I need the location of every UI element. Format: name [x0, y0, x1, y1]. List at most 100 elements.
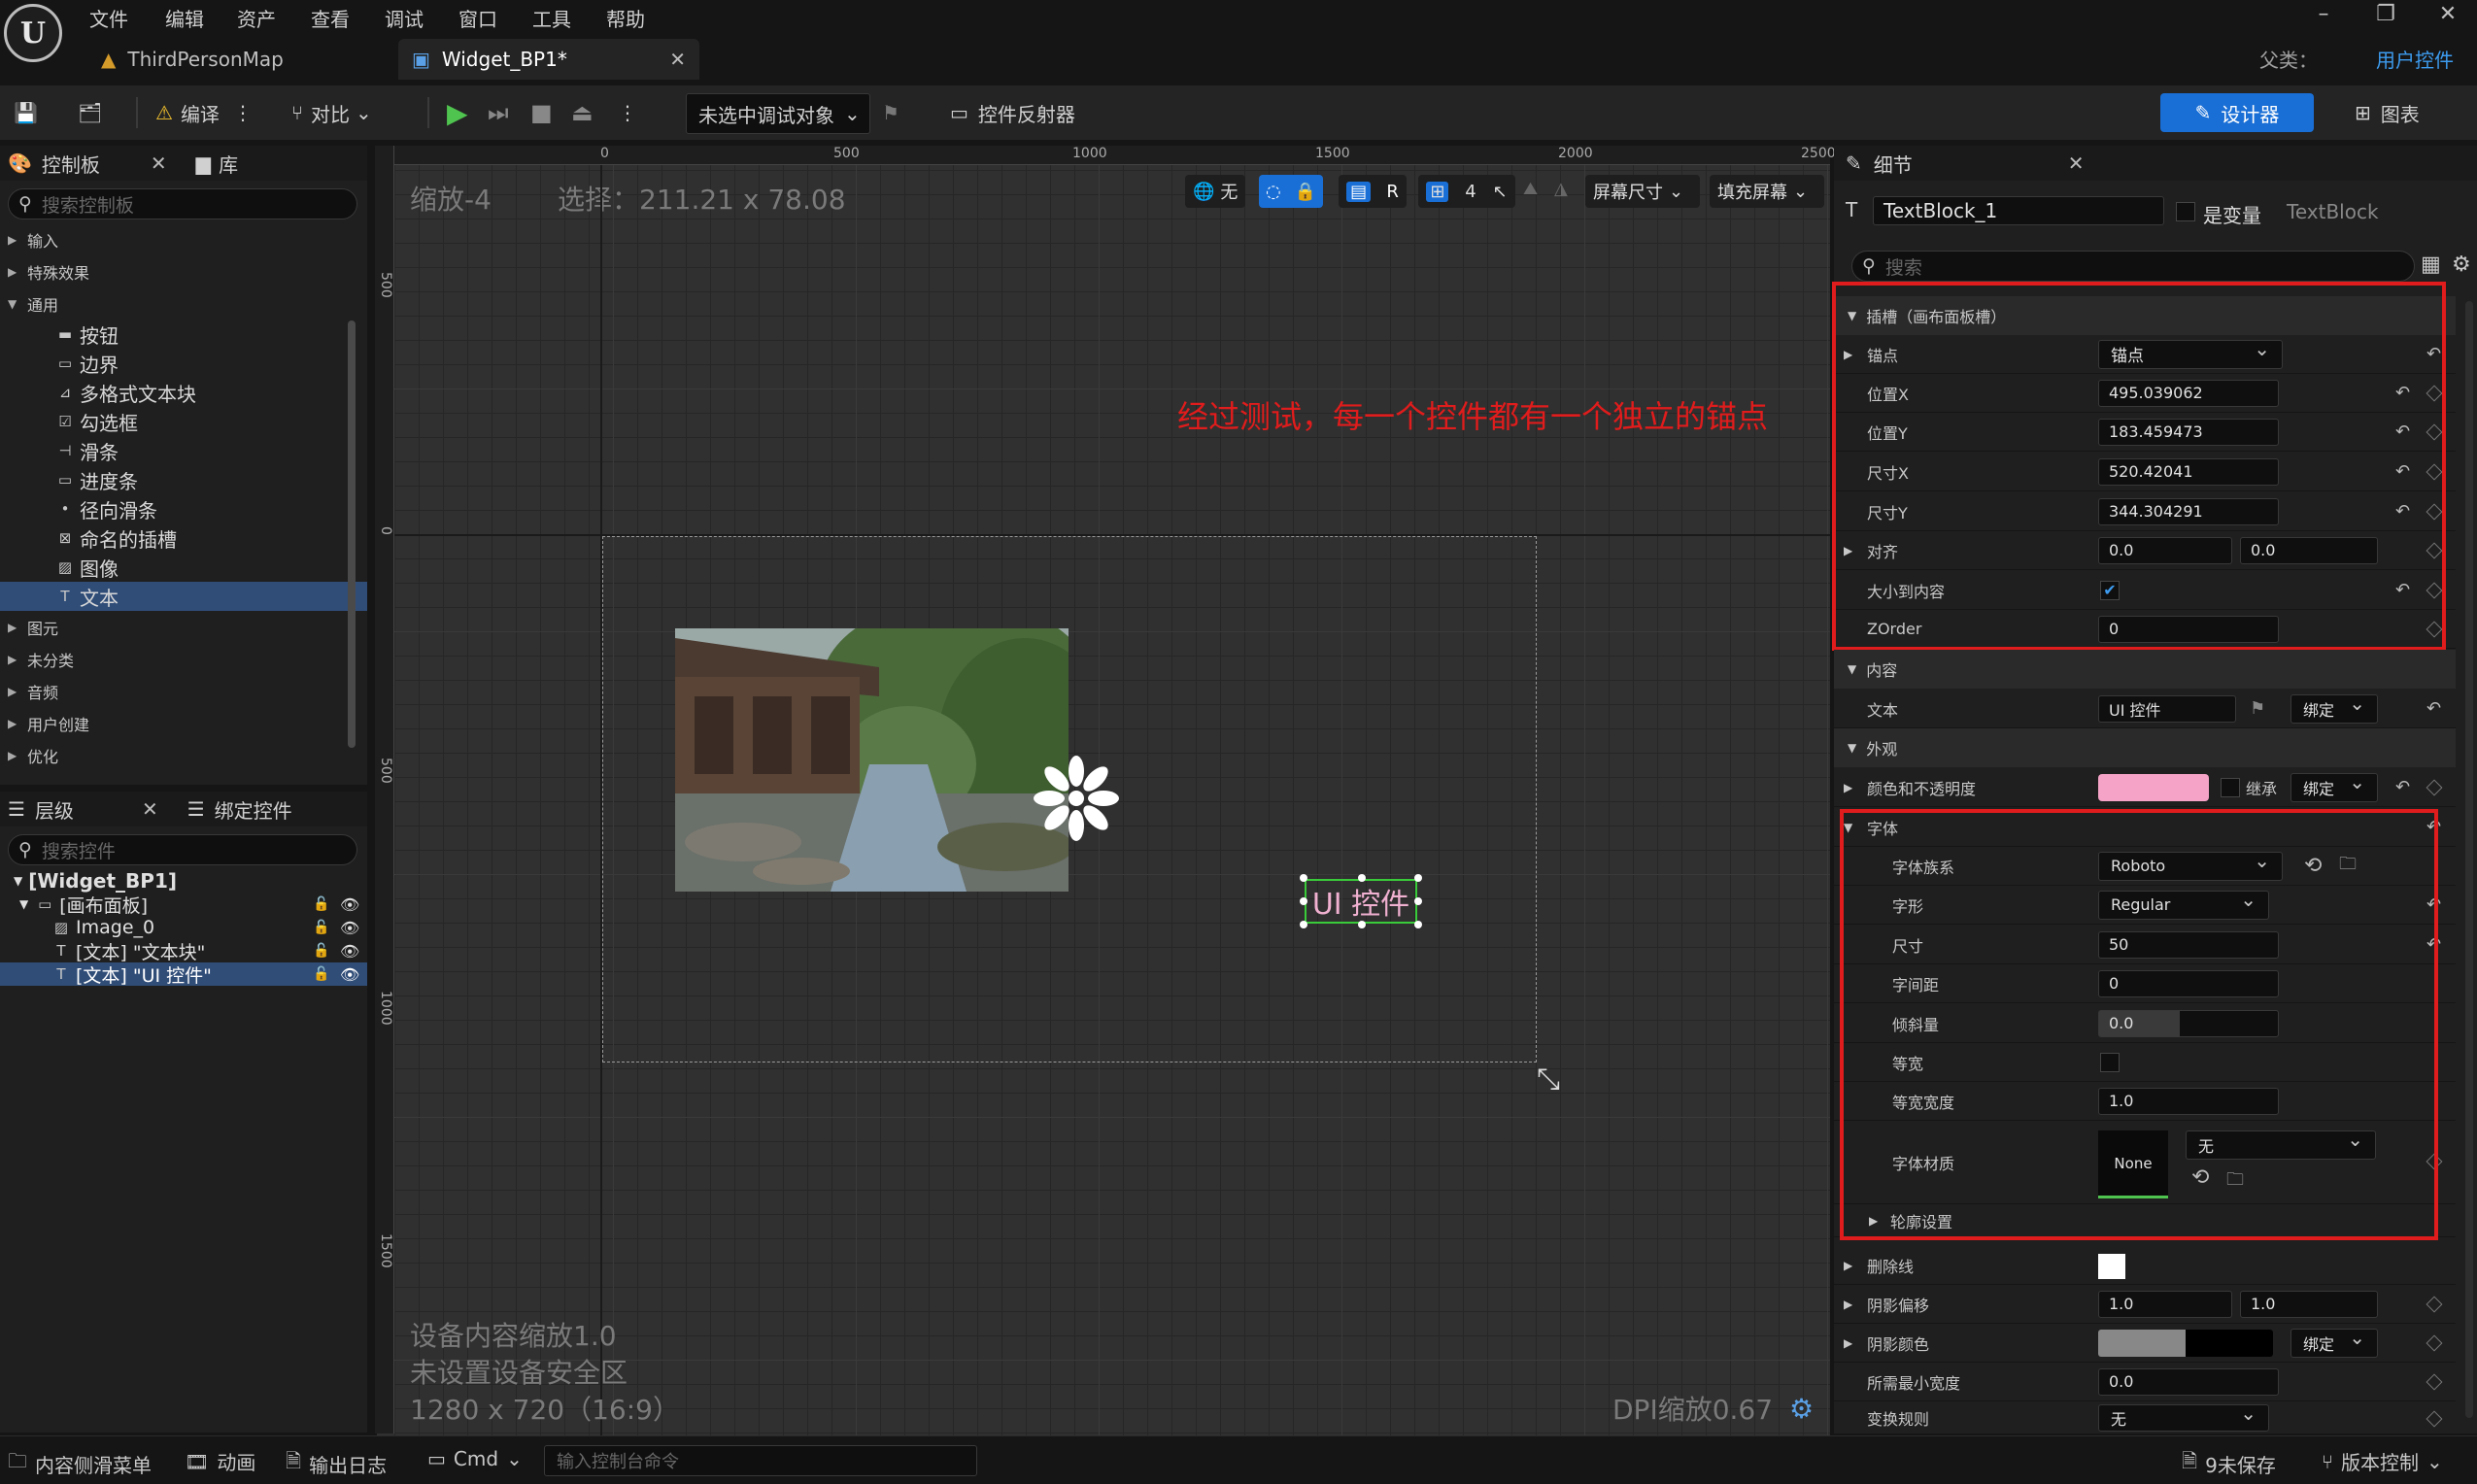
source-control-button[interactable]: ⑂ 版本控制 ⌄ [2322, 1447, 2443, 1475]
browse-icon[interactable]: 🗂 [78, 93, 102, 132]
more-icon[interactable]: ⋮ [618, 93, 637, 132]
palette-item-border[interactable]: ▭ 边界 [0, 349, 367, 378]
details-scrollbar[interactable] [2465, 301, 2473, 1418]
palette-item-progress[interactable]: ▭ 进度条 [0, 465, 367, 494]
resize-handle[interactable] [1414, 921, 1422, 928]
menu-file[interactable]: 文件 [89, 4, 128, 32]
table-view-icon[interactable]: ▦ [2421, 253, 2441, 277]
inherit-checkbox[interactable] [2221, 778, 2240, 797]
play-icon[interactable]: ▶ [447, 93, 468, 132]
expand-icon[interactable]: ▶ [1844, 1259, 1852, 1272]
expand-icon[interactable]: ▶ [1844, 1336, 1852, 1350]
designer-button[interactable]: ✎ 设计器 [2160, 93, 2314, 132]
designer-viewport[interactable]: 缩放-4 选择：211.21 x 78.08 UI 控件 ⤡ 经过测试，每一个控… [377, 150, 1830, 1435]
contrast-icon[interactable]: ◮ [1554, 179, 1568, 199]
hierarchy-item-root[interactable]: ▼ [Widget_BP1] [0, 869, 367, 893]
restore-icon[interactable]: ❐ [2366, 2, 2405, 33]
settings-gear-icon[interactable]: ⚙ [2452, 253, 2471, 277]
palette-category-optimization[interactable]: ▶ 优化 [0, 739, 367, 771]
lock-icon[interactable]: 🔓 [313, 896, 329, 912]
animation-button[interactable]: 🎞 动画 [185, 1447, 255, 1475]
menu-assets[interactable]: 资产 [237, 4, 276, 32]
save-icon[interactable]: 💾 [14, 93, 38, 132]
keyframe-icon[interactable] [2426, 1373, 2443, 1391]
resize-handle[interactable] [1414, 897, 1422, 905]
localization-flag-icon[interactable]: ⚑ [2250, 698, 2265, 719]
fill-screen-dropdown[interactable]: 填充屏幕 ⌄ [1710, 175, 1824, 208]
output-log-button[interactable]: 🗎 输出日志 [286, 1447, 387, 1480]
content-section-header[interactable]: ▼ 内容 [1834, 650, 2456, 689]
grid-snap-toggle[interactable]: ⊞ 4 ↖ [1418, 175, 1515, 208]
unreal-logo-icon[interactable]: U [4, 4, 62, 62]
localization-none[interactable]: 无 [1220, 179, 1238, 204]
close-tab-icon[interactable]: ✕ [142, 797, 158, 821]
lock-toggle[interactable]: ◌ 🔒 [1259, 175, 1323, 208]
expand-icon[interactable]: ▶ [1844, 1298, 1852, 1311]
palette-item-checkbox[interactable]: ☑ 勾选框 [0, 407, 367, 436]
eye-icon[interactable]: 👁 [340, 965, 359, 984]
min-width-input[interactable]: 0.0 [2098, 1367, 2279, 1396]
menu-window[interactable]: 窗口 [458, 4, 497, 32]
content-drawer-button[interactable]: 🗀 内容侧滑菜单 [8, 1447, 152, 1480]
palette-category-audio[interactable]: ▶ 音频 [0, 675, 367, 707]
eye-icon[interactable]: 👁 [340, 895, 359, 914]
hierarchy-item-canvas[interactable]: ▼ ▭ [画布面板] 🔓 👁 [0, 893, 367, 917]
debug-browse-icon[interactable]: ⚑ [882, 93, 899, 132]
mountain-icon[interactable]: ⛰ [1523, 179, 1538, 199]
shadow-offset-y-input[interactable]: 1.0 [2240, 1290, 2378, 1318]
tab-details[interactable]: 细节 [1874, 150, 1913, 178]
tab-library[interactable]: 库 [219, 150, 238, 178]
palette-item-named-slot[interactable]: ⊠ 命名的插槽 [0, 523, 367, 553]
shadow-color-swatch[interactable] [2098, 1330, 2273, 1357]
console-command-input[interactable]: 输入控制台命令 [544, 1445, 977, 1476]
resize-handle[interactable] [1300, 921, 1307, 928]
hierarchy-item-image[interactable]: ▨ Image_0 🔓 👁 [0, 916, 367, 939]
unsaved-button[interactable]: 🗎 9未保存 [2182, 1447, 2276, 1480]
hierarchy-search-input[interactable]: ⚲ 搜索控件 [8, 834, 357, 865]
appearance-section-header[interactable]: ▼ 外观 [1834, 728, 2456, 767]
globe-icon[interactable]: 🌐 [1193, 182, 1214, 202]
resize-handle[interactable] [1414, 874, 1422, 882]
respect-locks-toggle[interactable]: ▤ R [1339, 175, 1407, 208]
palette-scrollbar[interactable] [348, 320, 356, 748]
is-variable-checkbox[interactable] [2176, 202, 2195, 221]
compile-button[interactable]: ⚠ 编译 ⋮ [155, 93, 253, 132]
keyframe-icon[interactable] [2426, 1410, 2443, 1428]
screen-size-dropdown[interactable]: 屏幕尺寸 ⌄ [1585, 175, 1700, 208]
menu-view[interactable]: 查看 [311, 4, 350, 32]
eject-icon[interactable]: ⏏ [571, 93, 594, 132]
parent-class-link[interactable]: 用户控件 [2376, 45, 2454, 73]
tab-palette[interactable]: 控制板 [42, 150, 100, 178]
keyframe-icon[interactable] [2426, 779, 2443, 796]
menu-help[interactable]: 帮助 [606, 4, 645, 32]
resize-handle[interactable] [1300, 874, 1307, 882]
palette-category-user-created[interactable]: ▶ 用户创建 [0, 707, 367, 739]
widget-reflector-button[interactable]: ▭ 控件反射器 [950, 93, 1075, 132]
details-search-input[interactable]: ⚲ 搜索 [1851, 251, 2415, 282]
close-tab-icon[interactable]: ✕ [669, 48, 686, 71]
lock-icon[interactable]: 🔓 [313, 943, 329, 959]
palette-category-effects[interactable]: ▶ 特殊效果 [0, 255, 367, 287]
menu-debug[interactable]: 调试 [385, 4, 424, 32]
image-widget[interactable] [675, 628, 1069, 892]
tab-bind-widgets[interactable]: 绑定控件 [215, 795, 292, 824]
color-bind-dropdown[interactable]: 绑定 [2290, 770, 2378, 802]
text-bind-dropdown[interactable]: 绑定 [2290, 691, 2378, 724]
palette-item-button[interactable]: ▬ 按钮 [0, 320, 367, 349]
reset-icon[interactable]: ↶ [2426, 698, 2441, 719]
dpi-settings-gear-icon[interactable]: ⚙ [1789, 1393, 1814, 1425]
eye-icon[interactable]: 👁 [340, 919, 359, 937]
palette-item-rich-text[interactable]: ⊿ 多格式文本块 [0, 378, 367, 407]
palette-search-input[interactable]: ⚲ 搜索控制板 [8, 188, 357, 219]
canvas-resize-icon[interactable]: ⤡ [1537, 1062, 1560, 1096]
hierarchy-item-ui-widget[interactable]: T [文本] "UI 控件" 🔓 👁 [0, 962, 367, 987]
cmd-dropdown[interactable]: ▭ Cmd ⌄ [427, 1447, 523, 1470]
strike-brush-swatch[interactable] [2098, 1254, 2125, 1279]
anchor-flower-icon[interactable] [1028, 750, 1125, 847]
tab-hierarchy[interactable]: 层级 [35, 795, 74, 824]
diff-button[interactable]: ⑂ 对比 ⌄ [291, 93, 372, 132]
debug-target-dropdown[interactable]: 未选中调试对象 ⌄ [686, 93, 870, 134]
widget-name-input[interactable]: TextBlock_1 [1873, 196, 2164, 225]
more-icon[interactable]: ⋮ [233, 101, 253, 124]
palette-item-radial-slider[interactable]: • 径向滑条 [0, 494, 367, 523]
